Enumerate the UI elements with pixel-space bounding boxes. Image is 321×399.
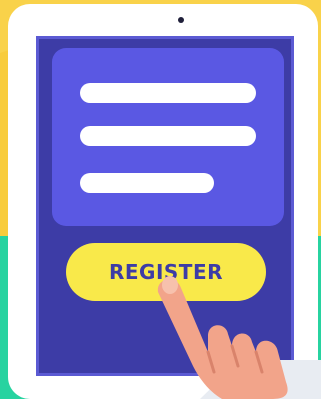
- form-field-2[interactable]: [80, 126, 256, 146]
- form-field-3[interactable]: [80, 173, 214, 193]
- camera-dot-icon: [178, 17, 184, 23]
- register-button[interactable]: REGISTER: [66, 243, 266, 301]
- form-field-1[interactable]: [80, 83, 256, 103]
- illustration-scene: REGISTER: [0, 0, 321, 399]
